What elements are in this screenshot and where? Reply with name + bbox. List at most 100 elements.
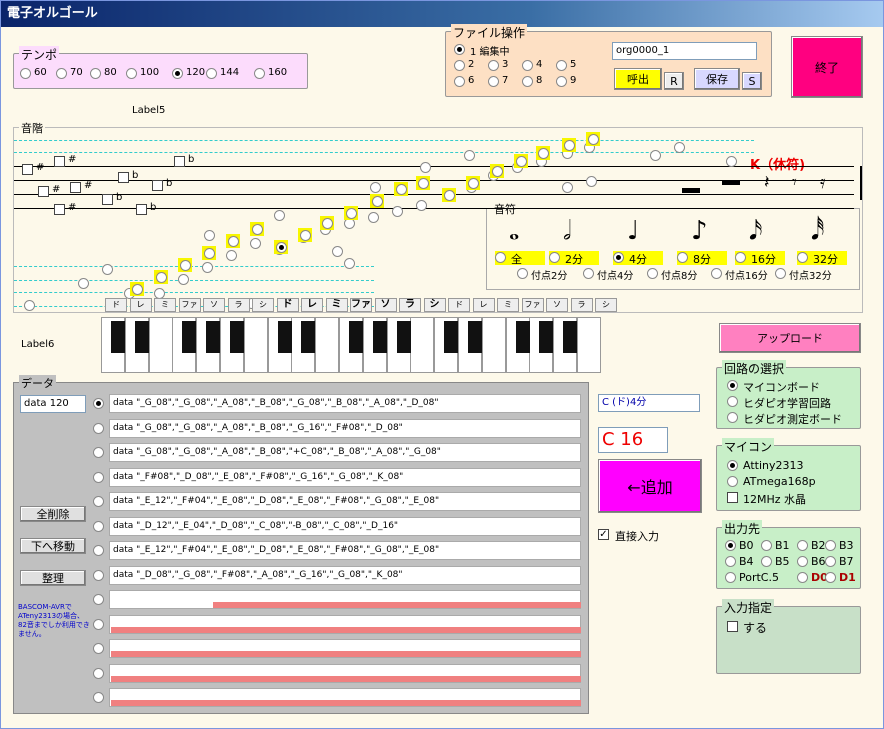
scale-note-radio[interactable]: [396, 184, 407, 195]
dotted-3-radio[interactable]: [711, 268, 722, 279]
tempo-radio-120[interactable]: [172, 68, 183, 79]
data-row-radio-8[interactable]: [93, 594, 104, 605]
file-slot-3-radio[interactable]: [488, 60, 499, 71]
piano-white-key[interactable]: [410, 317, 435, 373]
mcu-atmega-radio[interactable]: [727, 476, 738, 487]
output-radio-B7[interactable]: [825, 556, 836, 567]
scale-note-selected[interactable]: [298, 228, 312, 242]
scale-note-selected[interactable]: [226, 234, 240, 248]
tempo-radio-144[interactable]: [206, 68, 217, 79]
note-16分-radio[interactable]: [735, 252, 746, 263]
scale-note-selected[interactable]: [274, 240, 288, 254]
scale-note-radio[interactable]: [538, 148, 549, 159]
scale-note-radio[interactable]: [24, 300, 35, 311]
scale-note-selected[interactable]: [466, 176, 480, 190]
accidental-checkbox[interactable]: [102, 194, 113, 205]
key-label-9[interactable]: ミ: [325, 298, 348, 312]
output-radio-D1[interactable]: [825, 572, 836, 583]
r-button[interactable]: R: [664, 72, 684, 90]
tempo-radio-100[interactable]: [126, 68, 137, 79]
scale-note-radio[interactable]: [178, 274, 189, 285]
note-8分-radio[interactable]: [677, 252, 688, 263]
file-slot-2-radio[interactable]: [454, 60, 465, 71]
upload-button[interactable]: アップロード: [719, 323, 861, 353]
add-button[interactable]: ←追加: [598, 459, 702, 513]
data-row-3[interactable]: data "_F#08","_D_08","_E_08","_F#08","_G…: [109, 467, 581, 487]
data-row-6[interactable]: data "_E_12","_F#04","_E_08","_D_08","_E…: [109, 541, 581, 560]
data-row-4[interactable]: data "_E_12","_F#04","_E_08","_D_08","_E…: [109, 492, 581, 511]
xtal-checkbox[interactable]: [727, 492, 738, 503]
key-label-11[interactable]: ソ: [374, 298, 397, 312]
data-row-radio-7[interactable]: [93, 569, 104, 581]
output-radio-PortC.5[interactable]: [725, 572, 736, 583]
scale-note-radio[interactable]: [418, 178, 429, 189]
save-button[interactable]: 保存: [694, 68, 740, 90]
data-row-radio-4[interactable]: [93, 496, 104, 507]
scale-note-radio[interactable]: [492, 166, 503, 177]
scale-note-selected[interactable]: [442, 188, 456, 202]
file-slot-6-radio[interactable]: [454, 76, 465, 87]
move-down-button[interactable]: 下へ移動: [20, 538, 86, 554]
scale-note-radio[interactable]: [562, 182, 573, 193]
scale-note-selected[interactable]: [514, 154, 528, 168]
filename-field[interactable]: org0000_1: [612, 42, 757, 60]
dotted-4-radio[interactable]: [775, 268, 786, 279]
scale-note-selected[interactable]: [370, 194, 384, 208]
scale-note-selected[interactable]: [394, 182, 408, 196]
key-label-12[interactable]: ラ: [399, 298, 421, 312]
scale-note-radio[interactable]: [226, 250, 237, 261]
key-label-5[interactable]: ラ: [227, 298, 250, 312]
tempo-radio-80[interactable]: [90, 68, 101, 79]
key-label-13[interactable]: シ: [423, 298, 446, 312]
scale-note-radio[interactable]: [564, 140, 575, 151]
note-4分-radio[interactable]: [613, 252, 624, 263]
scale-note-selected[interactable]: [586, 132, 600, 146]
file-slot-7-radio[interactable]: [488, 76, 499, 87]
piano-black-key[interactable]: [468, 321, 482, 353]
scale-note-selected[interactable]: [344, 206, 358, 220]
s-button[interactable]: S: [742, 72, 762, 90]
data-row-2[interactable]: data "_G_08","_G_08","_A_08","_B_08","+C…: [109, 443, 581, 462]
accidental-checkbox[interactable]: [38, 186, 49, 197]
scale-note-selected[interactable]: [130, 282, 144, 296]
output-radio-B5[interactable]: [761, 556, 772, 567]
delete-all-button[interactable]: 全削除: [20, 506, 86, 522]
scale-note-radio[interactable]: [250, 238, 261, 249]
piano-black-key[interactable]: [277, 321, 292, 353]
data-row-radio-5[interactable]: [93, 520, 104, 532]
scale-note-radio[interactable]: [464, 150, 475, 161]
scale-note-radio[interactable]: [204, 230, 215, 241]
tempo-radio-160[interactable]: [254, 68, 265, 79]
scale-note-radio[interactable]: [344, 258, 355, 269]
scale-note-radio[interactable]: [516, 156, 527, 167]
data-row-radio-0[interactable]: [93, 398, 104, 409]
accidental-checkbox[interactable]: [70, 182, 81, 193]
note-2分-radio[interactable]: [549, 252, 560, 263]
data-row-radio-11[interactable]: [93, 667, 104, 679]
scale-note-radio[interactable]: [650, 150, 661, 161]
scale-note-selected[interactable]: [416, 176, 430, 190]
key-label-16[interactable]: ミ: [497, 298, 519, 312]
data-row-radio-2[interactable]: [93, 447, 104, 458]
dotted-0-radio[interactable]: [517, 268, 528, 279]
piano-black-key[interactable]: [111, 321, 125, 353]
scale-note-radio[interactable]: [102, 264, 113, 275]
data-row-radio-10[interactable]: [93, 643, 104, 654]
scale-note-radio[interactable]: [726, 156, 737, 167]
output-radio-B2[interactable]: [797, 540, 808, 551]
data-row-radio-12[interactable]: [93, 692, 104, 703]
output-radio-B3[interactable]: [825, 540, 836, 551]
scale-note-selected[interactable]: [202, 246, 216, 260]
scale-note-radio[interactable]: [202, 262, 213, 273]
accidental-checkbox[interactable]: [174, 156, 185, 167]
note-32分-radio[interactable]: [797, 252, 808, 263]
input-spec-checkbox[interactable]: [727, 621, 738, 632]
data-row-0[interactable]: data "_G_08","_G_08","_A_08","_B_08","_G…: [109, 394, 581, 413]
key-label-6[interactable]: シ: [252, 298, 274, 312]
piano-black-key[interactable]: [563, 321, 578, 353]
piano-black-key[interactable]: [134, 321, 149, 353]
exit-button[interactable]: 終了: [791, 36, 863, 98]
file-slot-1-radio[interactable]: [454, 44, 465, 55]
call-button[interactable]: 呼出: [614, 68, 662, 90]
scale-note-radio[interactable]: [674, 142, 685, 153]
